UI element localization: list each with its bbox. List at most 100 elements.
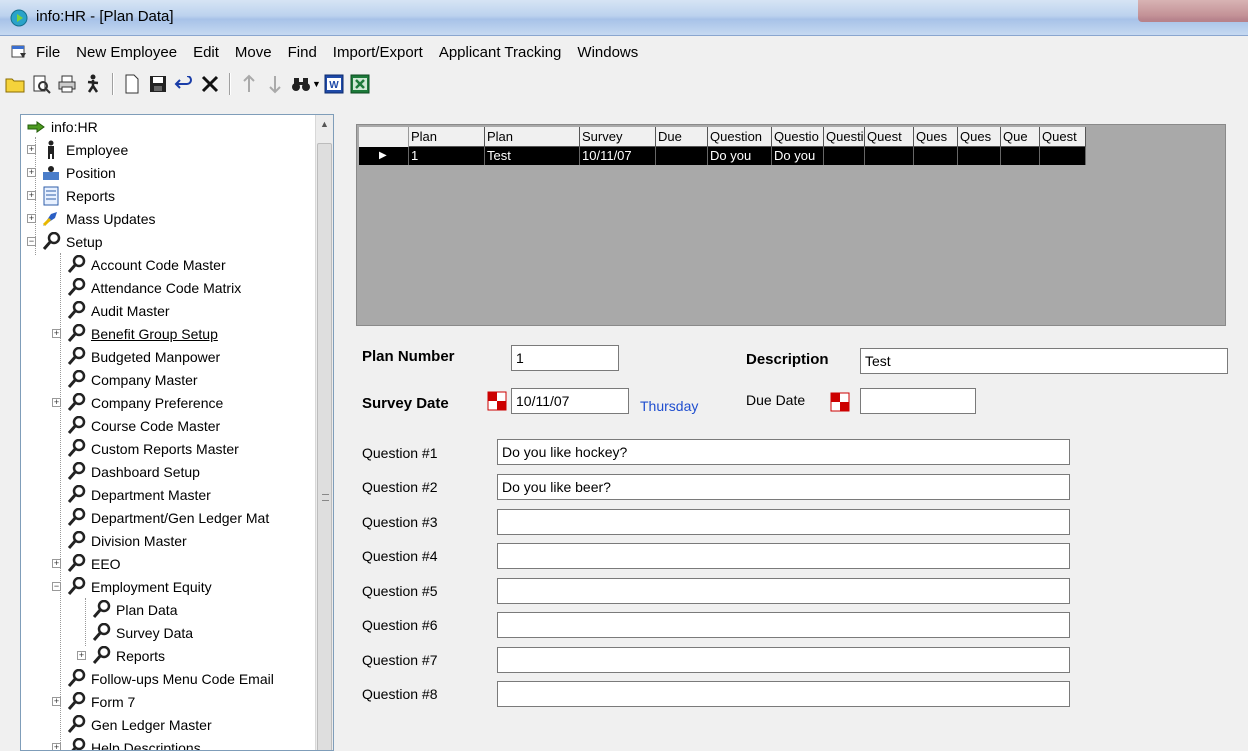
expand-icon[interactable]: + [52, 559, 61, 568]
grid-header-cell[interactable]: Survey [580, 127, 656, 147]
menu-new-employee[interactable]: New Employee [68, 44, 185, 61]
tree-item-course-code-master[interactable]: Course Code Master [65, 414, 220, 437]
question-5-field[interactable] [497, 578, 1070, 604]
tree-item-survey-data[interactable]: Survey Data [90, 621, 193, 644]
tree-item-form-7[interactable]: + Form 7 [52, 690, 135, 713]
grid-cell[interactable] [865, 147, 914, 165]
question-6-field[interactable] [497, 612, 1070, 638]
tree-item-help-descriptions[interactable]: + Help Descriptions [52, 736, 201, 750]
grid-cell[interactable]: Do you [708, 147, 772, 165]
tree-item-attendance-code-matrix[interactable]: Attendance Code Matrix [65, 276, 241, 299]
calendar-icon[interactable] [830, 392, 850, 412]
tree-item-setup[interactable]: − Setup [27, 230, 103, 253]
due-date-field[interactable] [860, 388, 976, 414]
binoculars-dropdown-icon[interactable]: ▼ [312, 79, 321, 89]
collapse-icon[interactable]: − [52, 582, 61, 591]
tree-item-ee-reports[interactable]: + Reports [77, 644, 165, 667]
save-icon[interactable] [147, 73, 169, 95]
binoculars-icon[interactable] [290, 73, 312, 95]
folder-icon[interactable] [4, 73, 26, 95]
plan-data-grid[interactable]: Plan Plan Survey Due Question Questio Qu… [356, 124, 1226, 326]
expand-icon[interactable]: + [52, 743, 61, 750]
tree-item-company-preference[interactable]: + Company Preference [52, 391, 223, 414]
row-selector-icon[interactable]: ▶ [359, 147, 409, 165]
grid-cell[interactable]: 1 [409, 147, 485, 165]
excel-icon[interactable] [349, 73, 371, 95]
grid-header-cell[interactable]: Plan [409, 127, 485, 147]
grid-header-cell[interactable]: Plan [485, 127, 580, 147]
tree-item-employment-equity[interactable]: − Employment Equity [52, 575, 212, 598]
question-1-field[interactable]: Do you like hockey? [497, 439, 1070, 465]
calendar-icon[interactable] [487, 391, 507, 411]
grid-cell[interactable] [1040, 147, 1086, 165]
tree-item-root[interactable]: info:HR [25, 115, 98, 138]
menu-windows[interactable]: Windows [569, 44, 646, 61]
delete-icon[interactable] [199, 73, 221, 95]
grid-header-cell[interactable]: Questio [772, 127, 824, 147]
grid-cell[interactable] [824, 147, 865, 165]
grid-header-cell[interactable]: Quest [865, 127, 914, 147]
grid-cell[interactable] [1001, 147, 1040, 165]
tree-item-department-master[interactable]: Department Master [65, 483, 211, 506]
tree-item-gen-ledger-master[interactable]: Gen Ledger Master [65, 713, 212, 736]
print-preview-icon[interactable] [30, 73, 52, 95]
expand-icon[interactable]: + [27, 168, 36, 177]
question-2-field[interactable]: Do you like beer? [497, 474, 1070, 500]
grid-cell[interactable]: Test [485, 147, 580, 165]
system-menu-icon[interactable] [10, 43, 28, 61]
run-icon[interactable] [82, 73, 104, 95]
expand-icon[interactable]: + [52, 329, 61, 338]
expand-icon[interactable]: + [77, 651, 86, 660]
tree-item-account-code-master[interactable]: Account Code Master [65, 253, 226, 276]
tree-item-benefit-group-setup[interactable]: + Benefit Group Setup [52, 322, 218, 345]
grid-header-cell[interactable]: Que [1001, 127, 1040, 147]
menu-find[interactable]: Find [280, 44, 325, 61]
question-7-field[interactable] [497, 647, 1070, 673]
word-icon[interactable]: W [323, 73, 345, 95]
grid-header-cell[interactable]: Question [708, 127, 772, 147]
grid-cell[interactable] [656, 147, 708, 165]
tree-item-custom-reports-master[interactable]: Custom Reports Master [65, 437, 239, 460]
description-field[interactable]: Test [860, 348, 1228, 374]
expand-icon[interactable]: + [27, 145, 36, 154]
tree-item-position[interactable]: + Position [27, 161, 116, 184]
menu-edit[interactable]: Edit [185, 44, 227, 61]
grid-cell[interactable]: Do you [772, 147, 824, 165]
expand-icon[interactable]: + [27, 214, 36, 223]
tree-item-eeo[interactable]: + EEO [52, 552, 121, 575]
question-8-field[interactable] [497, 681, 1070, 707]
print-icon[interactable] [56, 73, 78, 95]
question-3-field[interactable] [497, 509, 1070, 535]
tree-item-budgeted-manpower[interactable]: Budgeted Manpower [65, 345, 220, 368]
menu-move[interactable]: Move [227, 44, 280, 61]
survey-date-field[interactable]: 10/11/07 [511, 388, 629, 414]
grid-header-cell[interactable]: Quest [1040, 127, 1086, 147]
grid-header-cell[interactable]: Due [656, 127, 708, 147]
tree-item-mass-updates[interactable]: + Mass Updates [27, 207, 155, 230]
arrow-up-icon[interactable] [238, 73, 260, 95]
plan-number-field[interactable]: 1 [511, 345, 619, 371]
expand-icon[interactable]: + [27, 191, 36, 200]
grid-cell[interactable] [958, 147, 1001, 165]
grid-cell[interactable]: 10/11/07 [580, 147, 656, 165]
expand-icon[interactable]: + [52, 697, 61, 706]
scrollbar-thumb[interactable] [317, 143, 332, 750]
tree-item-follow-ups[interactable]: Follow-ups Menu Code Email [65, 667, 274, 690]
menu-applicant-tracking[interactable]: Applicant Tracking [431, 44, 570, 61]
arrow-down-icon[interactable] [264, 73, 286, 95]
menu-file[interactable]: File [28, 44, 68, 61]
tree-item-division-master[interactable]: Division Master [65, 529, 187, 552]
question-4-field[interactable] [497, 543, 1070, 569]
grid-cell[interactable] [914, 147, 958, 165]
tree-item-plan-data[interactable]: Plan Data [90, 598, 178, 621]
grid-header-cell[interactable]: Questi [824, 127, 865, 147]
tree-item-company-master[interactable]: Company Master [65, 368, 198, 391]
tree-item-reports[interactable]: + Reports [27, 184, 115, 207]
tree-scrollbar[interactable]: ▲ [315, 115, 333, 750]
tree-item-department-gen-ledger[interactable]: Department/Gen Ledger Mat [65, 506, 269, 529]
tree-item-dashboard-setup[interactable]: Dashboard Setup [65, 460, 200, 483]
menu-import-export[interactable]: Import/Export [325, 44, 431, 61]
collapse-icon[interactable]: − [27, 237, 36, 246]
tree-item-audit-master[interactable]: Audit Master [65, 299, 170, 322]
undo-icon[interactable] [173, 73, 195, 95]
